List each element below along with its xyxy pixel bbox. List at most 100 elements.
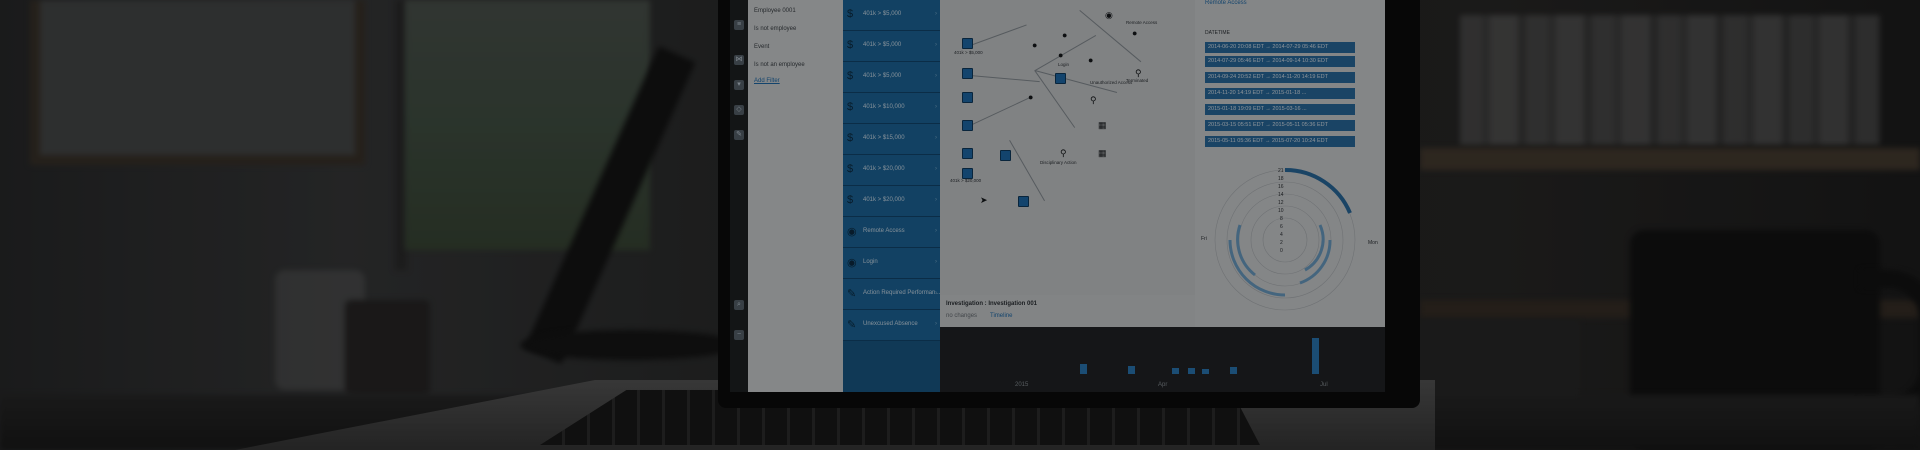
list-item-label: 401k > $15,000 — [863, 135, 905, 141]
chevron-right-icon: › — [935, 166, 937, 172]
datetime-row[interactable]: 2014-07-29 05:46 EDT → 2014-09-14 10:30 … — [1205, 56, 1355, 67]
datetime-row[interactable]: 2014-11-20 14:19 EDT → 2015-01-18 ...6 — [1205, 88, 1355, 99]
chevron-right-icon: › — [935, 42, 937, 48]
list-item[interactable]: $401k > $20,000 › — [843, 186, 940, 217]
datetime-range: 2014-11-20 14:19 EDT → 2015-01-18 ... — [1208, 90, 1307, 96]
list-item[interactable]: $401k > $5,000 › — [843, 31, 940, 62]
person-icon[interactable]: ● — [1088, 55, 1093, 65]
datetime-row[interactable]: 2015-01-18 19:09 EDT → 2015-03-16 ...6 — [1205, 104, 1355, 115]
pencil-icon: ✎ — [847, 288, 857, 300]
list-item-label: Remote Access — [863, 228, 905, 234]
graph-icon[interactable]: ◇ — [734, 105, 744, 115]
timeline-bar[interactable] — [1230, 367, 1237, 374]
bookshelf-books — [1460, 15, 1880, 145]
datetime-row[interactable]: 2014-09-24 20:52 EDT → 2014-11-20 14:19 … — [1205, 72, 1355, 83]
graph-node[interactable] — [1055, 73, 1066, 84]
timeline-bar[interactable] — [1080, 364, 1087, 374]
menu-icon[interactable]: ≡ — [734, 20, 744, 30]
pencil-icon: ✎ — [847, 319, 857, 331]
timeline-bar[interactable] — [1188, 368, 1195, 374]
datetime-column-label: DATETIME — [1205, 30, 1230, 36]
search-icon[interactable]: ⌕ — [734, 300, 744, 310]
timeline-bar[interactable] — [1128, 366, 1135, 374]
chevron-right-icon: › — [935, 321, 937, 327]
calendar-icon[interactable]: ▦ — [1098, 120, 1107, 131]
list-item[interactable]: $401k > $5,000 › — [843, 0, 940, 31]
graph-node[interactable] — [962, 120, 973, 131]
person-icon[interactable]: ● — [1032, 40, 1037, 50]
walking-person-icon[interactable]: ⚲ — [1060, 148, 1067, 159]
timeline-axis-label: Apr — [1158, 382, 1168, 388]
link-graph[interactable]: ● ● ● ● ● ● ⚲ ⚲ ⚲ ▦ ▦ ◉ ➤ Remote Access … — [940, 0, 1195, 295]
list-item-label: 401k > $20,000 — [863, 197, 905, 203]
investigation-bar: Investigation : Investigation 001 no cha… — [940, 295, 1195, 327]
timeline-bar[interactable] — [1312, 338, 1319, 374]
timeline-link[interactable]: Timeline — [990, 313, 1012, 319]
walking-person-icon[interactable]: ⚲ — [1090, 95, 1097, 106]
graph-node[interactable] — [962, 68, 973, 79]
list-item[interactable]: $401k > $15,000 › — [843, 124, 940, 155]
filter-panel: Employee 0001 Is not employee Event Is n… — [748, 0, 843, 392]
datetime-range: 2015-03-15 05:51 EDT → 2015-05-11 05:36 … — [1208, 122, 1328, 128]
person-icon[interactable]: ● — [1058, 50, 1063, 60]
list-item[interactable]: $401k > $5,000 › — [843, 62, 940, 93]
graph-node[interactable] — [962, 38, 973, 49]
graph-node[interactable] — [962, 92, 973, 103]
timeline-axis-label: 2015 — [1015, 382, 1029, 388]
dollar-icon: $ — [847, 39, 854, 51]
calendar-icon[interactable]: ▦ — [1098, 148, 1107, 159]
radial-tick: 12 — [1278, 200, 1284, 206]
graph-node[interactable] — [962, 148, 973, 159]
add-filter-link[interactable]: Add Filter — [754, 78, 780, 84]
datetime-row[interactable]: 2015-03-15 05:51 EDT → 2015-05-11 05:36 … — [1205, 120, 1355, 131]
timeline-histogram[interactable]: 2015 Apr Jul — [940, 327, 1385, 392]
filter-row[interactable]: Is not an employee — [754, 62, 805, 68]
timeline-bar[interactable] — [1172, 368, 1179, 374]
list-item[interactable]: ◉ Remote Access › — [843, 217, 940, 248]
datetime-row[interactable]: 2014-06-20 20:08 EDT → 2014-07-29 05:46 … — [1205, 42, 1355, 53]
remote-access-icon: ◉ — [847, 226, 857, 238]
datetime-row[interactable]: 2015-05-11 05:36 EDT → 2015-07-20 10:24 … — [1205, 136, 1355, 147]
event-list: $401k > $5,000 › $401k > $5,000 › $401k > … — [843, 0, 940, 392]
graph-node-label: Disciplinary Action — [1040, 160, 1077, 165]
edit-icon[interactable]: ✎ — [734, 130, 744, 140]
radial-tick: 4 — [1280, 232, 1283, 238]
graph-node[interactable] — [1018, 196, 1029, 207]
radial-calendar-chart[interactable] — [1210, 165, 1360, 315]
minus-icon[interactable]: − — [734, 330, 744, 340]
list-item-label: Action Required Performan... — [863, 290, 941, 296]
chevron-right-icon: › — [935, 228, 937, 234]
radial-side-label: Fri — [1201, 236, 1207, 242]
timeline-bar[interactable] — [1202, 369, 1209, 374]
detail-panel: Remote Access DATETIME 2014-06-20 20:08 … — [1195, 0, 1385, 327]
filter-row[interactable]: Employee 0001 — [754, 8, 796, 14]
list-item[interactable]: $401k > $20,000 › — [843, 155, 940, 186]
graph-node[interactable] — [1000, 150, 1011, 161]
list-item-label: 401k > $20,000 — [863, 166, 905, 172]
investigation-status: no changes — [946, 313, 978, 319]
list-item[interactable]: $401k > $10,000 › — [843, 93, 940, 124]
list-item-label: 401k > $5,000 — [863, 73, 902, 79]
cursor-icon: ➤ — [980, 195, 988, 205]
graph-node-label: 401k > $5,000 — [954, 50, 983, 55]
person-icon[interactable]: ● — [1132, 28, 1137, 38]
list-item[interactable]: ✎ Action Required Performan... › — [843, 279, 940, 310]
remote-access-icon[interactable]: ◉ — [1105, 10, 1113, 21]
timeline-axis-label: Jul — [1320, 382, 1328, 388]
filter-row[interactable]: Is not employee — [754, 26, 796, 32]
graph-node-label: Remote Access — [1126, 20, 1158, 25]
list-item[interactable]: ◉ Login › — [843, 248, 940, 279]
list-item[interactable]: ✎ Unexcused Absence › — [843, 310, 940, 341]
graph-edge — [969, 75, 1040, 83]
chevron-right-icon: › — [935, 259, 937, 265]
filter-row[interactable]: Event — [754, 44, 769, 50]
radial-tick: 16 — [1278, 184, 1284, 190]
filter-icon[interactable]: ▾ — [734, 80, 744, 90]
list-item-label: Unexcused Absence — [863, 321, 918, 327]
person-icon[interactable]: ● — [1028, 92, 1033, 102]
list-item-label: Login — [863, 259, 878, 265]
desk-lamp-base — [520, 330, 740, 360]
person-icon[interactable]: ● — [1062, 30, 1067, 40]
share-icon[interactable]: ⋈ — [734, 55, 744, 65]
list-item-label: 401k > $5,000 — [863, 11, 902, 17]
